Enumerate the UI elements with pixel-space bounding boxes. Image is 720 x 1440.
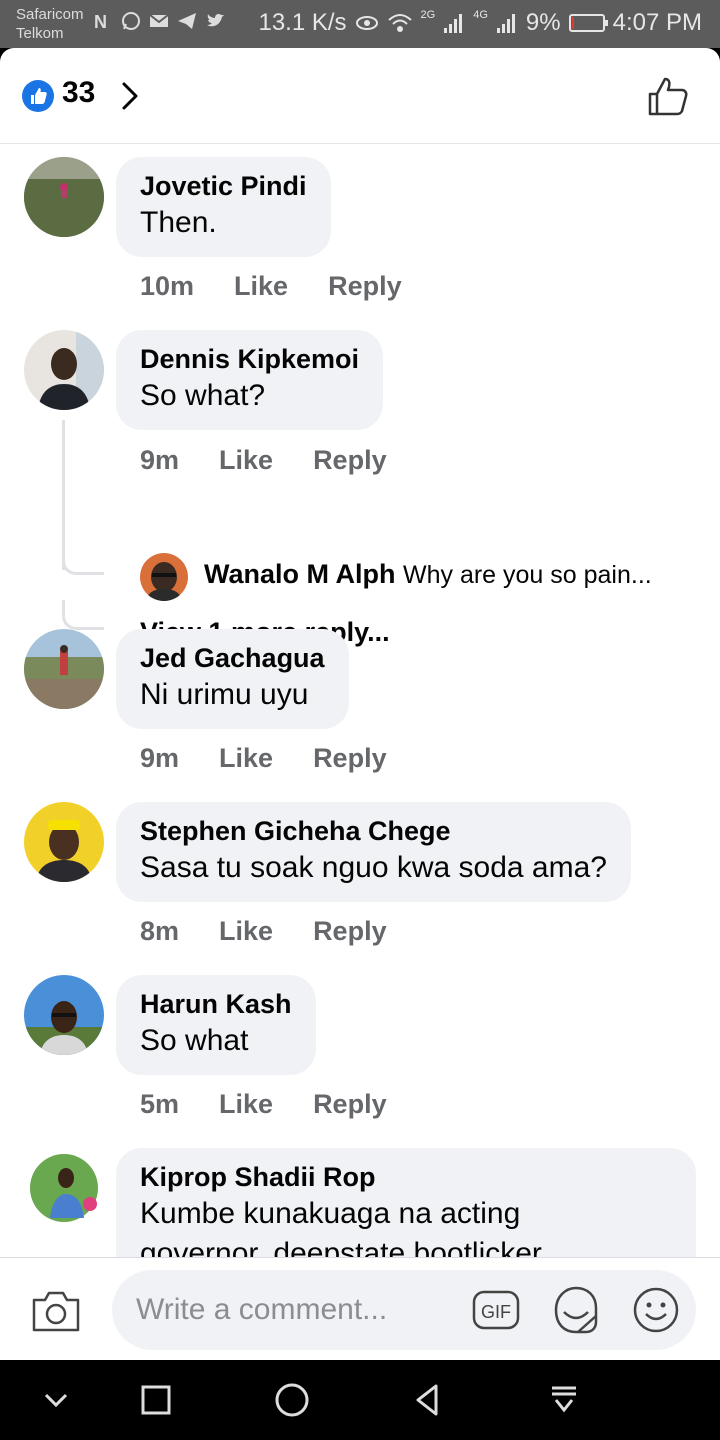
comment-bubble[interactable]: Harun Kash So what — [116, 975, 316, 1075]
network-speed: 13.1 K/s — [258, 9, 347, 36]
carrier-2: Telkom — [16, 25, 64, 42]
carrier-names: Safaricom Telkom — [16, 5, 84, 43]
telegram-icon — [178, 13, 196, 29]
comments-list: Jovetic Pindi Then. 10m Like Reply Denni… — [0, 145, 720, 1257]
reply-text: Why are you so pain... — [403, 561, 652, 589]
comment-text: So what — [140, 1024, 249, 1057]
carrier-1: Safaricom — [16, 6, 84, 23]
twitter-icon — [207, 14, 224, 27]
comment-actions: 9m Like Reply — [140, 743, 387, 774]
clock: 4:07 PM — [612, 9, 702, 36]
reply-link[interactable]: Reply — [313, 916, 387, 947]
like-link[interactable]: Like — [219, 916, 273, 947]
system-nav-bar — [0, 1360, 720, 1440]
comment-author[interactable]: Kiprop Shadii Rop — [140, 1160, 672, 1194]
comment-author[interactable]: Harun Kash — [140, 987, 292, 1021]
comment-bubble[interactable]: Jovetic Pindi Then. — [116, 157, 331, 257]
comments-sheet: 33 Jovetic Pindi Then. 10m Like Reply De… — [0, 48, 720, 1360]
svg-text:GIF: GIF — [481, 1302, 511, 1322]
reply-link[interactable]: Reply — [313, 445, 387, 476]
recents-icon[interactable] — [136, 1380, 176, 1420]
thread-branch — [62, 545, 104, 575]
thread-branch — [62, 600, 104, 630]
avatar[interactable] — [24, 1148, 104, 1228]
comment-composer: GIF — [0, 1257, 720, 1360]
emoji-icon[interactable] — [632, 1286, 680, 1334]
comment-actions: 10m Like Reply — [140, 271, 402, 302]
avatar[interactable] — [24, 802, 104, 882]
like-link[interactable]: Like — [219, 445, 273, 476]
avatar[interactable] — [140, 553, 188, 601]
whatsapp-icon — [122, 12, 140, 30]
comment-bubble[interactable]: Kiprop Shadii Rop Kumbe kunakuaga na act… — [116, 1148, 696, 1257]
status-bar: Safaricom Telkom N 13.1 K/s 2G 4G 9% 4:0… — [0, 0, 720, 48]
reply-author[interactable]: Wanalo M Alph — [204, 559, 395, 589]
comment-text-line-2: governor, deepstate bootlicker — [140, 1237, 542, 1257]
comment-actions: 5m Like Reply — [140, 1089, 387, 1120]
comment-text: Ni urimu uyu — [140, 678, 309, 711]
comment-author[interactable]: Dennis Kipkemoi — [140, 342, 359, 376]
comment-author[interactable]: Jovetic Pindi — [140, 169, 307, 203]
comment-bubble[interactable]: Dennis Kipkemoi So what? — [116, 330, 384, 430]
comment-time[interactable]: 9m — [140, 445, 179, 476]
avatar[interactable] — [24, 157, 104, 237]
status-right: 13.1 K/s 2G 4G 9% 4:07 PM — [258, 9, 702, 37]
home-icon[interactable] — [272, 1380, 312, 1420]
wifi-icon — [387, 14, 412, 32]
avatar[interactable] — [24, 975, 104, 1055]
avatar[interactable] — [24, 629, 104, 709]
like-link[interactable]: Like — [219, 1089, 273, 1120]
network-type-2: 4G — [473, 9, 488, 21]
n-icon: N — [94, 12, 107, 32]
like-button-icon[interactable] — [646, 74, 690, 118]
comment-time[interactable]: 5m — [140, 1089, 179, 1120]
notification-pulldown-icon[interactable] — [544, 1380, 584, 1420]
chevron-right-icon[interactable] — [116, 78, 146, 114]
comment-time[interactable]: 9m — [140, 743, 179, 774]
comment-text: So what? — [140, 379, 266, 412]
comment-bubble[interactable]: Stephen Gicheha Chege Sasa tu soak nguo … — [116, 802, 631, 902]
like-reaction-icon — [22, 80, 54, 112]
comment-text: Kumbe kunakuaga na acting — [140, 1197, 521, 1230]
battery-percent: 9% — [525, 9, 561, 36]
reply-preview[interactable]: Wanalo M Alph Why are you so pain... — [204, 559, 704, 590]
comment-time[interactable]: 8m — [140, 916, 179, 947]
notification-icons: N — [92, 10, 226, 32]
comment-author[interactable]: Stephen Gicheha Chege — [140, 814, 607, 848]
eye-icon — [355, 16, 378, 30]
battery-icon — [568, 14, 608, 32]
network-type-1: 2G — [420, 9, 436, 21]
reactions-header: 33 — [0, 48, 720, 144]
comment-actions: 9m Like Reply — [140, 445, 387, 476]
like-link[interactable]: Like — [234, 271, 288, 302]
sticker-icon[interactable] — [550, 1284, 602, 1336]
comment-bubble[interactable]: Jed Gachagua Ni urimu uyu — [116, 629, 349, 729]
reply-link[interactable]: Reply — [313, 1089, 387, 1120]
comment-text: Then. — [140, 206, 217, 239]
comment-time[interactable]: 10m — [140, 271, 194, 302]
comment-actions: 8m Like Reply — [140, 916, 387, 947]
reply-link[interactable]: Reply — [328, 271, 402, 302]
avatar[interactable] — [24, 330, 104, 410]
comment-author[interactable]: Jed Gachagua — [140, 641, 325, 675]
reaction-count[interactable]: 33 — [62, 76, 95, 110]
signal-icon-1 — [444, 14, 463, 33]
reply-link[interactable]: Reply — [313, 743, 387, 774]
signal-icon-2 — [496, 14, 515, 33]
camera-icon[interactable] — [30, 1288, 82, 1334]
comment-input[interactable] — [112, 1270, 696, 1350]
svg-text:N: N — [94, 12, 107, 32]
gif-icon[interactable]: GIF — [472, 1288, 520, 1332]
comment-text: Sasa tu soak nguo kwa soda ama? — [140, 851, 607, 884]
back-icon[interactable] — [408, 1380, 448, 1420]
chevron-down-icon[interactable] — [36, 1380, 76, 1420]
mail-icon — [149, 14, 169, 27]
like-link[interactable]: Like — [219, 743, 273, 774]
